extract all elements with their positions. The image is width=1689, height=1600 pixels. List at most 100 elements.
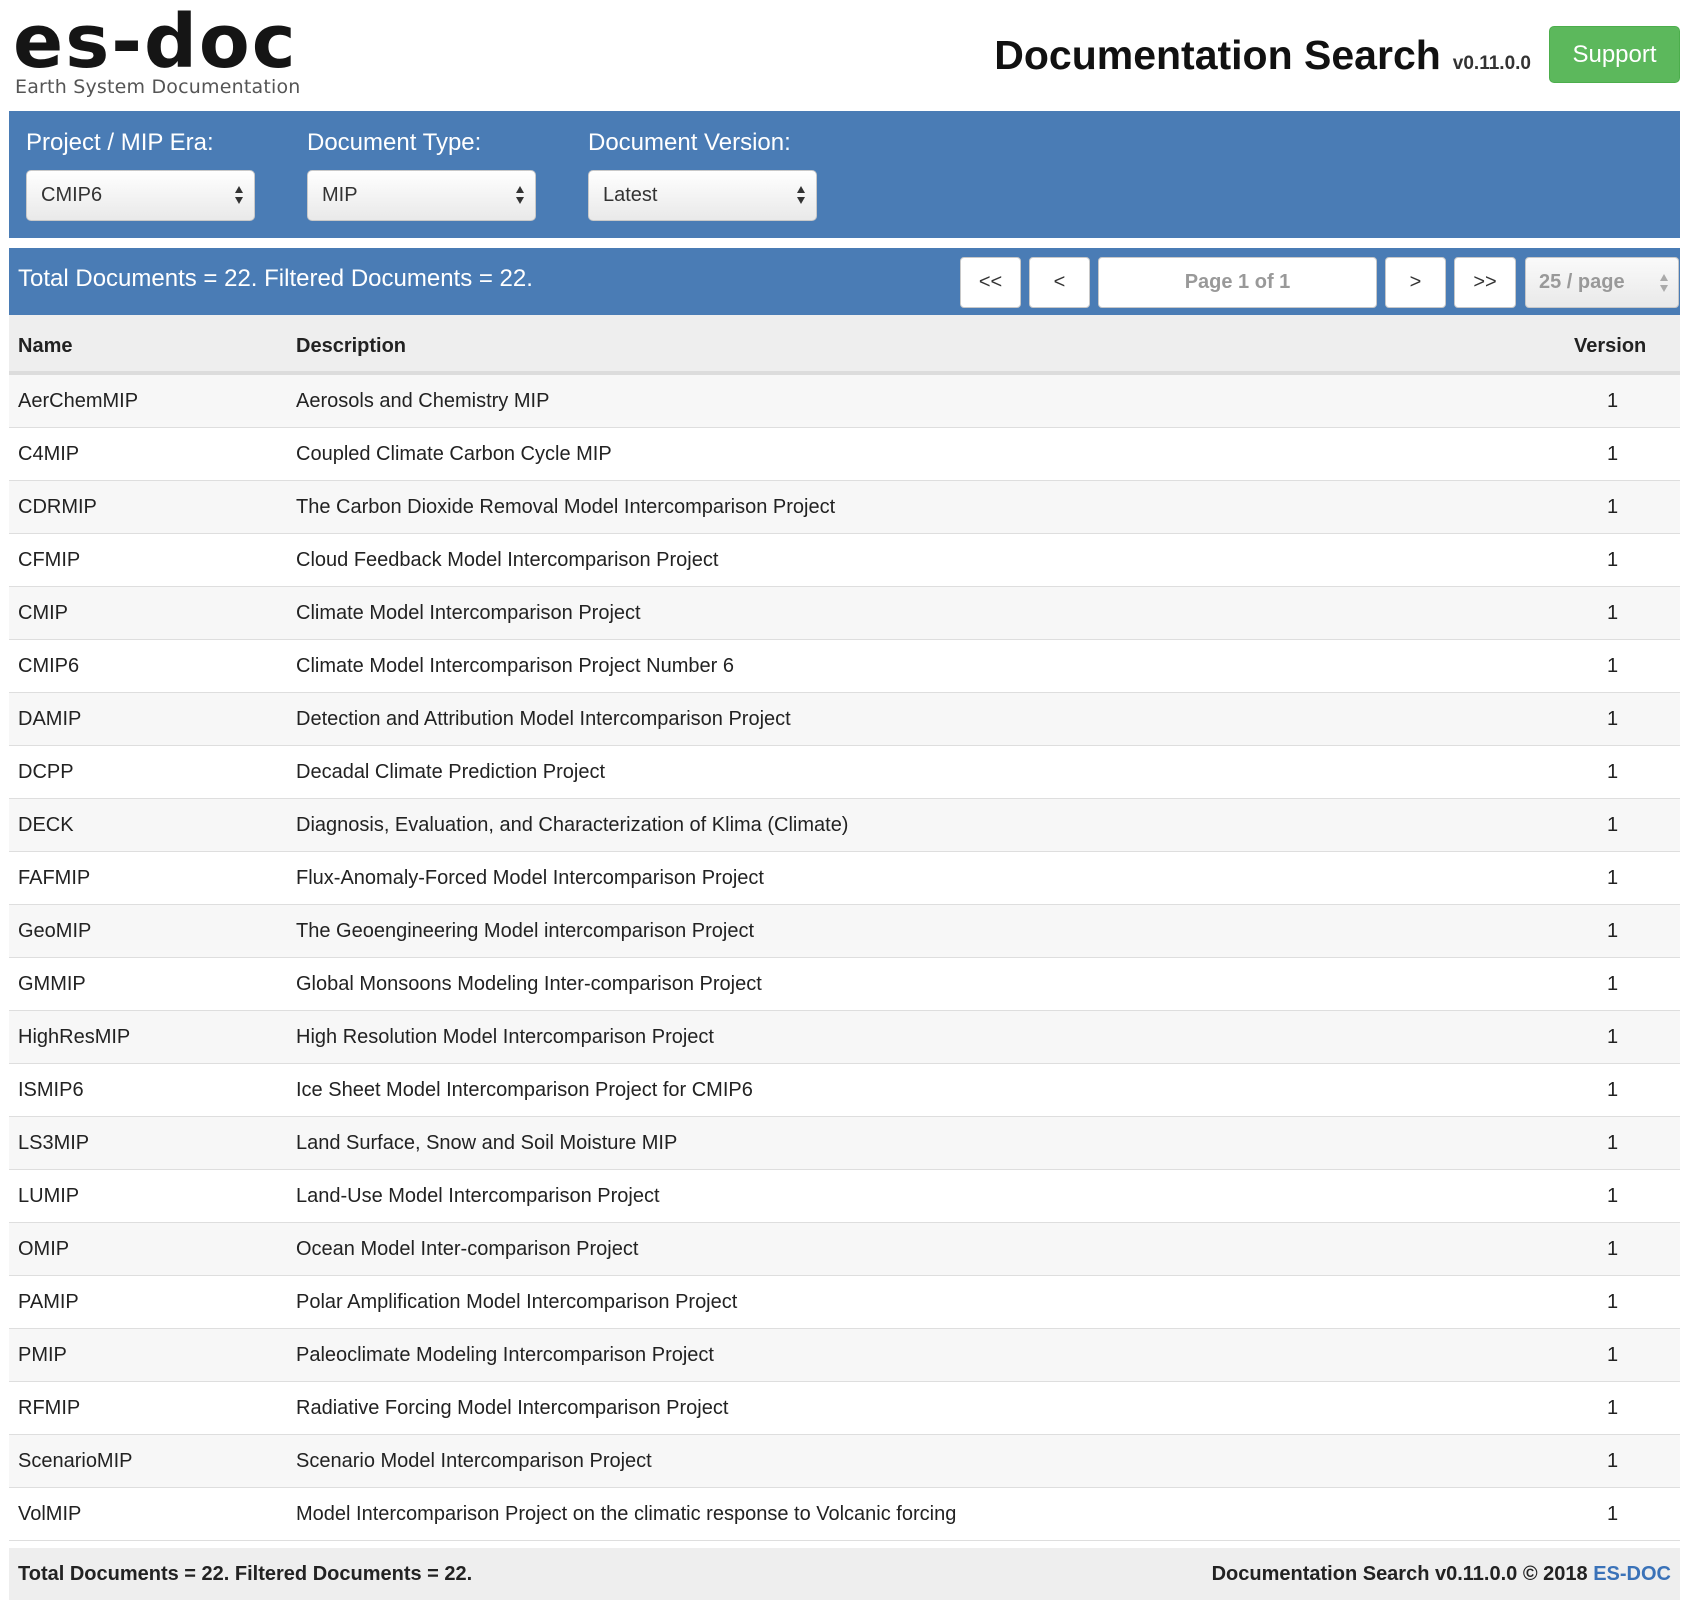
- doc-type-select[interactable]: MIP: [307, 170, 536, 221]
- row-version: 1: [1607, 814, 1619, 836]
- table-row[interactable]: DAMIP Detection and Attribution Model Int…: [9, 693, 1680, 746]
- row-description: Scenario Model Intercomparison Project: [296, 1450, 652, 1472]
- table-row[interactable]: CMIP6 Climate Model Intercomparison Proje…: [9, 640, 1680, 693]
- table-row[interactable]: GMMIP Global Monsoons Modeling Inter-comp…: [9, 958, 1680, 1011]
- table-row[interactable]: HighResMIP High Resolution Model Intercom…: [9, 1011, 1680, 1064]
- row-description: Flux-Anomaly-Forced Model Intercompariso…: [296, 867, 764, 889]
- column-header-name[interactable]: Name: [18, 335, 72, 358]
- doc-version-filter: Document Version: Latest: [588, 128, 817, 221]
- row-description: Cloud Feedback Model Intercomparison Pro…: [296, 549, 719, 571]
- row-description: Climate Model Intercomparison Project: [296, 602, 641, 624]
- row-name: OMIP: [18, 1238, 70, 1260]
- filter-panel: Project / MIP Era: CMIP6 Document Type: …: [9, 111, 1680, 238]
- table-row[interactable]: CMIP Climate Model Intercomparison Projec…: [9, 587, 1680, 640]
- logo-subtitle: Earth System Documentation: [15, 76, 301, 98]
- row-version: 1: [1607, 1450, 1619, 1472]
- pager-bar: Total Documents = 22. Filtered Documents…: [9, 248, 1680, 315]
- table-row[interactable]: LS3MIP Land Surface, Snow and Soil Moistu…: [9, 1117, 1680, 1170]
- table-row[interactable]: ScenarioMIP Scenario Model Intercompariso…: [9, 1435, 1680, 1488]
- row-version: 1: [1607, 761, 1619, 783]
- row-version: 1: [1607, 920, 1619, 942]
- row-version: 1: [1607, 602, 1619, 624]
- row-name: CMIP: [18, 602, 68, 624]
- table-row[interactable]: DECK Diagnosis, Evaluation, and Character…: [9, 799, 1680, 852]
- row-version: 1: [1607, 1079, 1619, 1101]
- row-description: High Resolution Model Intercomparison Pr…: [296, 1026, 714, 1048]
- esdoc-logo[interactable]: es-doc Earth System Documentation: [13, 2, 301, 98]
- row-name: LS3MIP: [18, 1132, 90, 1154]
- app-title-text: Documentation Search: [994, 32, 1441, 78]
- table-row[interactable]: DCPP Decadal Climate Prediction Project 1: [9, 746, 1680, 799]
- doc-type-select-value: MIP: [322, 184, 358, 206]
- row-name: RFMIP: [18, 1397, 81, 1419]
- select-arrows-icon: [515, 184, 525, 206]
- page-title: Documentation Search v0.11.0.0: [994, 32, 1531, 79]
- table-row[interactable]: AerChemMIP Aerosols and Chemistry MIP 1: [9, 375, 1680, 428]
- last-page-button[interactable]: >>: [1454, 257, 1516, 308]
- table-row[interactable]: CFMIP Cloud Feedback Model Intercompariso…: [9, 534, 1680, 587]
- row-version: 1: [1607, 655, 1619, 677]
- row-version: 1: [1607, 1238, 1619, 1260]
- column-header-description[interactable]: Description: [296, 335, 406, 358]
- row-name: CDRMIP: [18, 496, 97, 518]
- project-select[interactable]: CMIP6: [26, 170, 255, 221]
- project-filter-label: Project / MIP Era:: [26, 129, 214, 156]
- row-name: ScenarioMIP: [18, 1450, 133, 1472]
- row-version: 1: [1607, 1185, 1619, 1207]
- next-page-button[interactable]: >: [1385, 257, 1446, 308]
- table-row[interactable]: LUMIP Land-Use Model Intercomparison Proj…: [9, 1170, 1680, 1223]
- prev-page-button[interactable]: <: [1029, 257, 1090, 308]
- doc-version-select[interactable]: Latest: [588, 170, 817, 221]
- footer-credit: Documentation Search v0.11.0.0 © 2018 ES…: [1212, 1563, 1671, 1586]
- table-row[interactable]: ISMIP6 Ice Sheet Model Intercomparison Pr…: [9, 1064, 1680, 1117]
- table-row[interactable]: PAMIP Polar Amplification Model Intercomp…: [9, 1276, 1680, 1329]
- table-row[interactable]: C4MIP Coupled Climate Carbon Cycle MIP 1: [9, 428, 1680, 481]
- select-arrows-icon: [796, 184, 806, 206]
- row-name: ISMIP6: [18, 1079, 84, 1101]
- doc-type-filter-label: Document Type:: [307, 129, 482, 156]
- table-row[interactable]: GeoMIP The Geoengineering Model intercomp…: [9, 905, 1680, 958]
- support-button[interactable]: Support: [1549, 26, 1680, 83]
- page-size-select[interactable]: 25 / page: [1525, 257, 1679, 308]
- row-name: CMIP6: [18, 655, 80, 677]
- row-description: Ocean Model Inter-comparison Project: [296, 1238, 639, 1260]
- row-description: Aerosols and Chemistry MIP: [296, 390, 550, 412]
- first-page-button[interactable]: <<: [960, 257, 1021, 308]
- row-description: Radiative Forcing Model Intercomparison …: [296, 1397, 729, 1419]
- row-description: Land-Use Model Intercomparison Project: [296, 1185, 660, 1207]
- documents-table: Name Description Version AerChemMIP Aeros…: [9, 315, 1680, 1541]
- row-version: 1: [1607, 1132, 1619, 1154]
- row-name: GMMIP: [18, 973, 86, 995]
- row-version: 1: [1607, 1291, 1619, 1313]
- select-arrows-icon: [1659, 272, 1669, 300]
- doc-version-filter-label: Document Version:: [588, 129, 791, 156]
- table-body: AerChemMIP Aerosols and Chemistry MIP 1 C4M…: [9, 375, 1680, 1541]
- row-name: CFMIP: [18, 549, 81, 571]
- table-row[interactable]: FAFMIP Flux-Anomaly-Forced Model Intercom…: [9, 852, 1680, 905]
- row-version: 1: [1607, 1026, 1619, 1048]
- row-version: 1: [1607, 1397, 1619, 1419]
- table-row[interactable]: RFMIP Radiative Forcing Model Intercompar…: [9, 1382, 1680, 1435]
- table-row[interactable]: OMIP Ocean Model Inter-comparison Project…: [9, 1223, 1680, 1276]
- row-version: 1: [1607, 549, 1619, 571]
- row-name: VolMIP: [18, 1503, 82, 1525]
- page-footer: Total Documents = 22. Filtered Documents…: [9, 1548, 1680, 1600]
- project-select-value: CMIP6: [41, 184, 103, 206]
- row-description: Model Intercomparison Project on the cli…: [296, 1503, 957, 1525]
- row-description: Polar Amplification Model Intercompariso…: [296, 1291, 738, 1313]
- table-row[interactable]: PMIP Paleoclimate Modeling Intercompariso…: [9, 1329, 1680, 1382]
- row-description: Ice Sheet Model Intercomparison Project …: [296, 1079, 753, 1101]
- row-name: PAMIP: [18, 1291, 79, 1313]
- footer-credit-text: Documentation Search v0.11.0.0 © 2018: [1211, 1563, 1588, 1585]
- row-name: PMIP: [18, 1344, 67, 1366]
- table-header: Name Description Version: [9, 315, 1680, 375]
- table-row[interactable]: VolMIP Model Intercomparison Project on t…: [9, 1488, 1680, 1541]
- column-header-version[interactable]: Version: [1574, 335, 1646, 358]
- row-name: DECK: [18, 814, 74, 836]
- row-description: Coupled Climate Carbon Cycle MIP: [296, 443, 612, 465]
- row-name: LUMIP: [18, 1185, 80, 1207]
- esdoc-link[interactable]: ES-DOC: [1593, 1563, 1671, 1585]
- table-row[interactable]: CDRMIP The Carbon Dioxide Removal Model I…: [9, 481, 1680, 534]
- document-count-summary: Total Documents = 22. Filtered Documents…: [18, 265, 533, 292]
- row-name: AerChemMIP: [18, 390, 139, 412]
